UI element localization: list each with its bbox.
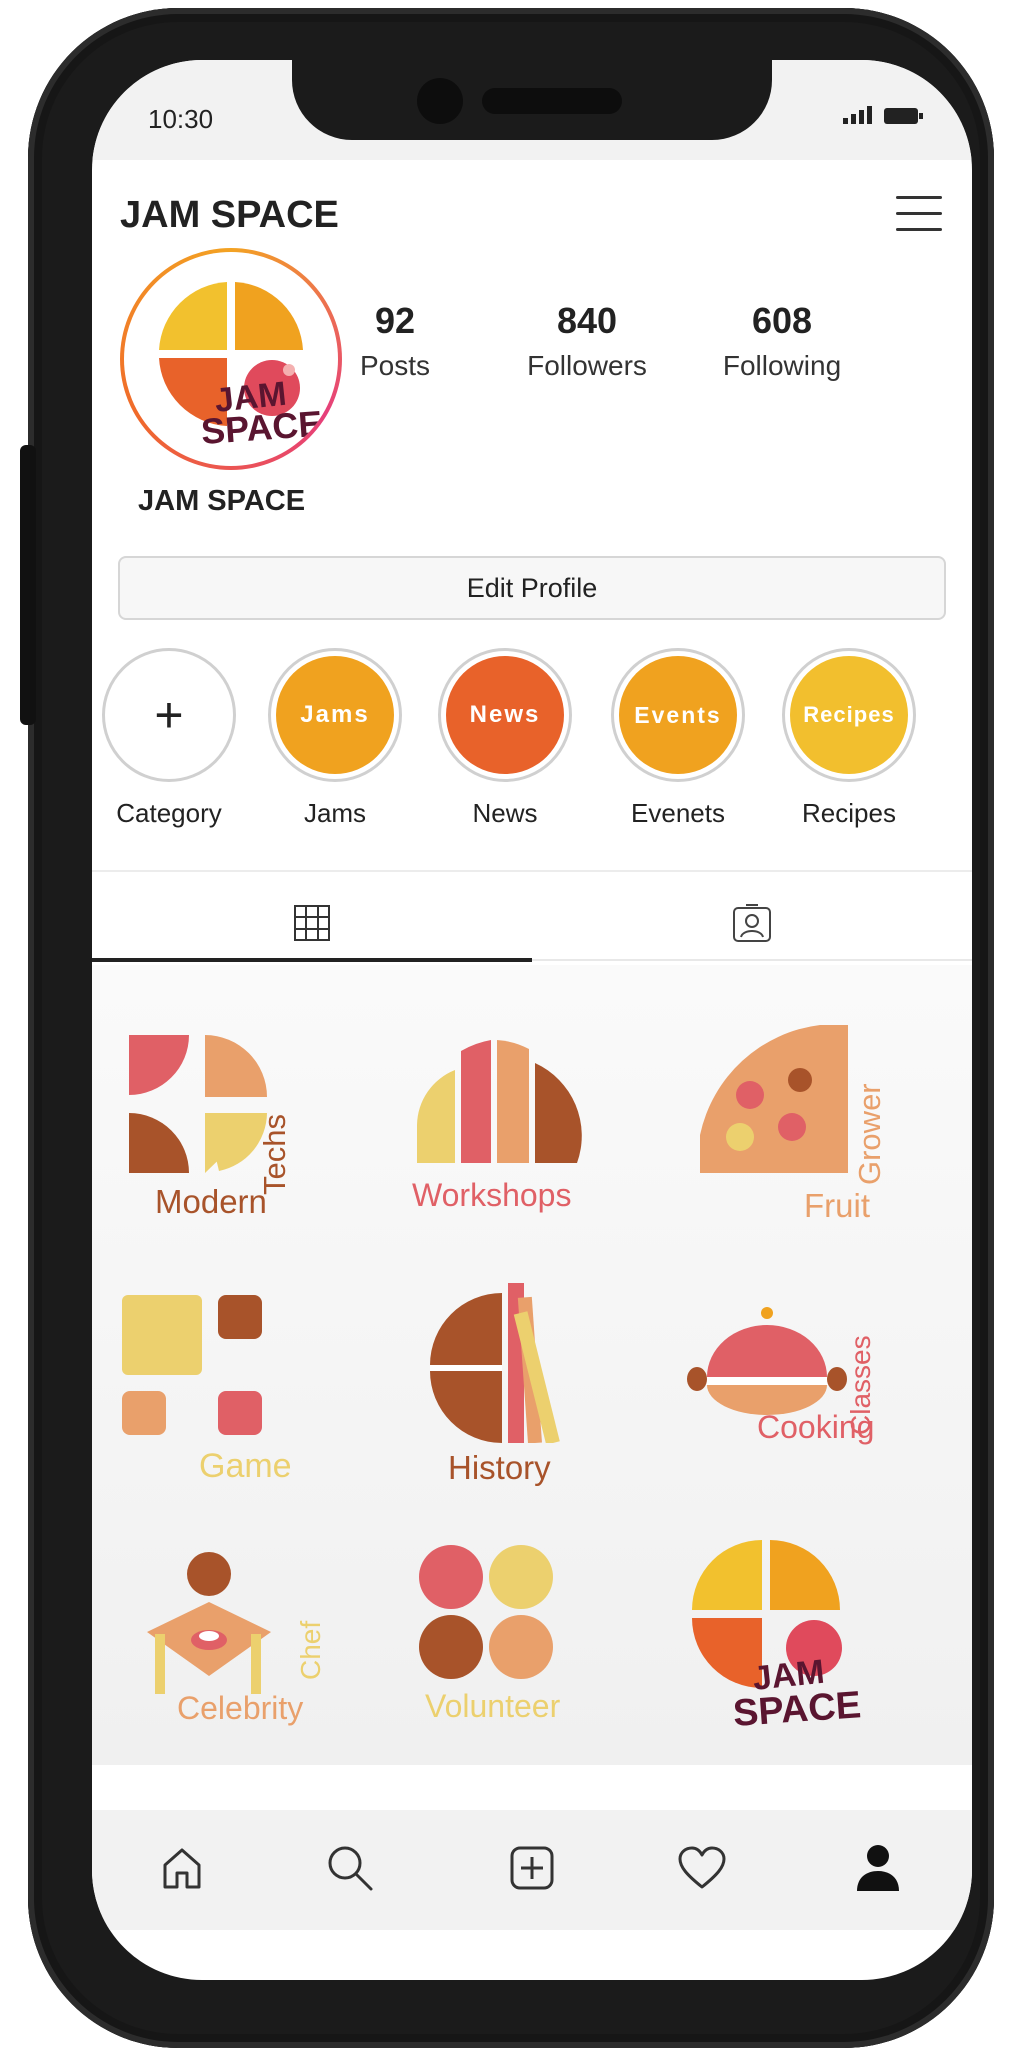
plus-icon: +	[110, 656, 228, 774]
volunteer-illustration	[419, 1545, 553, 1679]
post-jam-space[interactable]: JAM SPACE	[692, 1530, 942, 1770]
highlight-caption: Jams	[303, 798, 367, 828]
highlight-caption: News	[472, 798, 538, 828]
highlight-circle: Events	[611, 648, 745, 782]
post-modern-techs[interactable]: Techs Modern	[117, 1035, 367, 1275]
highlight-badge: Recipes	[790, 656, 908, 774]
highlight-category[interactable]: + Category	[96, 648, 242, 829]
highlight-badge: Events	[619, 656, 737, 774]
grid-icon	[294, 905, 330, 941]
post-title: History	[448, 1449, 551, 1486]
status-time: 10:30	[148, 104, 214, 134]
highlight-badge: News	[446, 656, 564, 774]
stat-label: Following	[722, 350, 842, 381]
highlight-events[interactable]: Events Evenets	[605, 648, 751, 829]
post-game[interactable]: Game	[117, 1295, 367, 1535]
highlight-caption: Category	[116, 798, 222, 828]
phone-side-button	[20, 445, 36, 725]
profile-icon	[857, 1845, 899, 1891]
edit-profile-button[interactable]: Edit Profile	[118, 556, 946, 620]
tab-tagged[interactable]	[532, 888, 972, 958]
stat-following[interactable]: 608 Following	[692, 300, 872, 382]
svg-text:SPACE: SPACE	[732, 1684, 863, 1735]
nav-search[interactable]	[320, 1838, 380, 1898]
posts-grid: Techs Modern Workshops Grower Fruit Game…	[92, 965, 972, 1765]
post-title: Modern	[155, 1183, 267, 1220]
highlight-circle: Recipes	[782, 648, 916, 782]
jam-space-logo-icon: JAM SPACE	[692, 1540, 863, 1735]
tagged-person-icon	[733, 904, 771, 942]
stat-value: 92	[374, 300, 416, 341]
phone-screen: 10:30 JAM SPACE JAM SPACE 92 Posts 840 F…	[92, 60, 972, 1980]
post-subtitle: Grower	[852, 1083, 887, 1185]
home-icon	[163, 1848, 201, 1889]
stat-posts[interactable]: 92 Posts	[305, 300, 485, 382]
camera-icon	[417, 78, 463, 124]
highlight-news[interactable]: News News	[432, 648, 578, 829]
workshops-illustration	[417, 1040, 582, 1163]
highlight-circle: News	[438, 648, 572, 782]
active-tab-indicator	[92, 958, 532, 962]
page-title: JAM SPACE	[120, 194, 339, 236]
stat-label: Posts	[359, 350, 431, 381]
celebrity-chef-illustration	[147, 1552, 271, 1694]
heart-icon	[678, 1846, 726, 1889]
search-icon	[328, 1846, 373, 1891]
highlight-badge: Jams	[276, 656, 394, 774]
post-title: Fruit	[804, 1187, 870, 1224]
post-title: Celebrity	[177, 1690, 304, 1726]
modern-techs-illustration	[129, 1035, 267, 1173]
nav-home[interactable]	[152, 1838, 212, 1898]
highlight-circle: +	[102, 648, 236, 782]
divider	[92, 870, 972, 872]
signal-icon	[843, 106, 872, 124]
fruit-grower-illustration	[700, 1025, 848, 1173]
hamburger-menu-icon[interactable]	[896, 190, 942, 236]
post-title: Cooking	[757, 1409, 875, 1445]
post-workshops[interactable]: Workshops	[402, 1035, 652, 1275]
cooking-pot-illustration	[687, 1307, 847, 1415]
post-cooking-classes[interactable]: Classes Cooking	[687, 1285, 937, 1525]
app-header: JAM SPACE	[92, 160, 972, 260]
highlight-circle: Jams	[268, 648, 402, 782]
post-history[interactable]: History	[412, 1283, 662, 1523]
nav-add-post[interactable]	[502, 1838, 562, 1898]
post-title: Workshops	[412, 1177, 572, 1213]
post-fruit-grower[interactable]: Grower Fruit	[692, 1025, 942, 1265]
post-celebrity-chef[interactable]: Chef Celebrity	[117, 1550, 367, 1790]
stat-value: 840	[556, 300, 618, 341]
speaker-grille	[482, 88, 622, 114]
stat-label: Followers	[527, 350, 647, 381]
bottom-nav	[92, 1810, 972, 1930]
add-post-icon	[510, 1846, 554, 1890]
nav-profile[interactable]	[848, 1838, 908, 1898]
nav-activity[interactable]	[672, 1838, 732, 1898]
post-subtitle: Chef	[295, 1620, 326, 1680]
stat-followers[interactable]: 840 Followers	[497, 300, 677, 382]
tab-divider	[532, 959, 972, 961]
phone-notch	[292, 60, 772, 140]
post-volunteer[interactable]: Volunteer	[407, 1543, 657, 1783]
battery-icon	[884, 108, 923, 124]
stat-value: 608	[751, 300, 813, 341]
highlight-caption: Recipes	[802, 798, 896, 828]
highlight-caption: Evenets	[631, 798, 725, 828]
game-illustration	[122, 1295, 262, 1435]
highlight-recipes[interactable]: Recipes Recipes	[776, 648, 922, 829]
svg-text:SPACE: SPACE	[200, 403, 324, 452]
post-title: Volunteer	[425, 1688, 561, 1724]
tab-grid[interactable]	[92, 888, 532, 958]
history-illustration	[430, 1283, 560, 1443]
post-title: Game	[199, 1447, 292, 1485]
highlight-jams[interactable]: Jams Jams	[262, 648, 408, 829]
profile-name: JAM SPACE	[138, 485, 306, 517]
